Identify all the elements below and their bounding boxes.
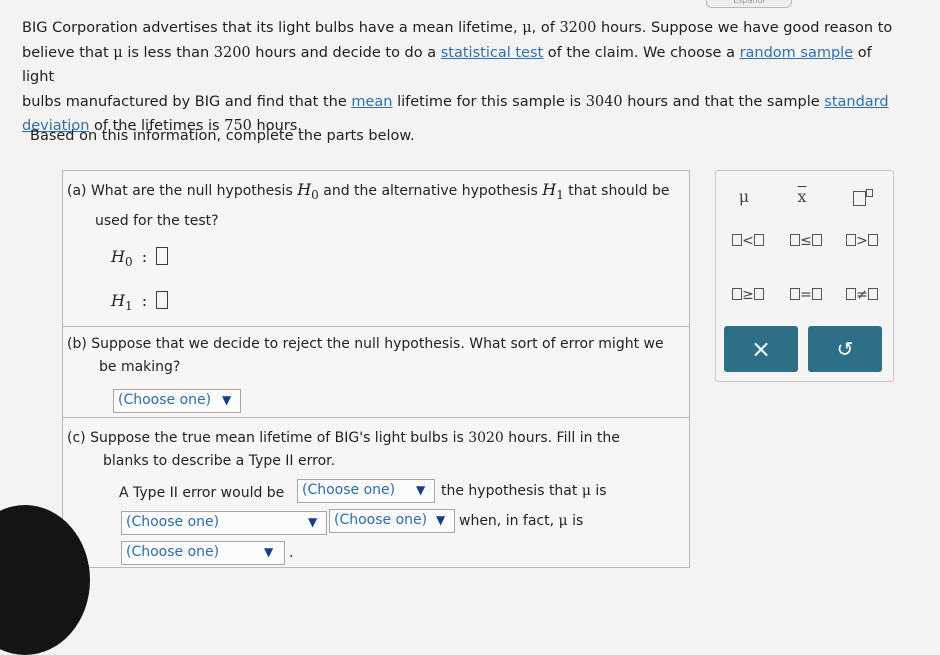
close-icon: ×: [750, 335, 772, 363]
type2-text-1: A Type II error would be: [119, 485, 285, 501]
type2-period: .: [289, 545, 294, 561]
box-icon: [867, 234, 878, 246]
chevron-down-icon: ▼: [308, 515, 318, 529]
part-a-question: (a) What are the null hypothesis H0 and …: [67, 180, 670, 203]
less-equal-button[interactable]: ≤: [784, 233, 828, 249]
part-c-question-cont: blanks to describe a Type II error.: [103, 453, 336, 469]
mean-link[interactable]: mean: [351, 94, 392, 110]
standard-deviation-link[interactable]: standard: [824, 94, 888, 110]
box-icon: [790, 288, 801, 300]
type2-text-2: the hypothesis that μ is: [441, 483, 607, 499]
box-icon: [853, 191, 866, 206]
box-icon: [846, 234, 857, 246]
chevron-down-icon: ▼: [416, 483, 426, 497]
equal-button[interactable]: =: [784, 287, 828, 303]
chevron-down-icon: ▼: [436, 513, 446, 527]
symbol-palette: μ x < ≤ > ≥ = ≠ × ↺: [715, 170, 894, 382]
box-icon: [753, 288, 764, 300]
chevron-down-icon: ▼: [264, 545, 274, 559]
random-sample-link[interactable]: random sample: [740, 45, 854, 61]
part-c-question: (c) Suppose the true mean lifetime of BI…: [67, 430, 620, 446]
h0-row: H0 :: [111, 247, 169, 269]
xbar-button[interactable]: x: [790, 187, 814, 206]
h1-input[interactable]: [156, 291, 169, 309]
type2-decision-dropdown[interactable]: (Choose one) ▼: [297, 479, 435, 503]
box-icon: [811, 288, 822, 300]
part-a-question-cont: used for the test?: [95, 213, 219, 229]
statistical-test-link[interactable]: statistical test: [441, 45, 543, 61]
type2-value-dropdown[interactable]: (Choose one) ▼: [329, 509, 455, 533]
undo-icon: ↺: [836, 337, 854, 361]
box-icon: [811, 234, 822, 246]
type2-relation-dropdown[interactable]: (Choose one) ▼: [121, 511, 327, 535]
box-icon: [732, 288, 743, 300]
section-divider-1: [63, 326, 689, 327]
section-divider-2: [63, 417, 689, 418]
answer-card: (a) What are the null hypothesis H0 and …: [62, 170, 690, 568]
h1-row: H1 :: [111, 291, 169, 313]
h0-input[interactable]: [156, 247, 169, 265]
box-icon: [753, 234, 764, 246]
error-type-dropdown[interactable]: (Choose one) ▼: [113, 389, 241, 413]
box-icon: [846, 288, 857, 300]
greater-than-button[interactable]: >: [840, 233, 884, 249]
not-equal-button[interactable]: ≠: [840, 287, 884, 303]
less-than-button[interactable]: <: [726, 233, 770, 249]
instructions: Based on this information, complete the …: [30, 128, 415, 144]
part-b-question: (b) Suppose that we decide to reject the…: [67, 336, 664, 352]
language-tab[interactable]: Español: [706, 0, 792, 8]
mu-button[interactable]: μ: [732, 187, 756, 206]
greater-equal-button[interactable]: ≥: [726, 287, 770, 303]
part-b-question-cont: be making?: [99, 359, 181, 375]
box-icon: [790, 234, 801, 246]
undo-button[interactable]: ↺: [808, 326, 882, 372]
type2-text-3: when, in fact, μ is: [459, 513, 584, 529]
box-icon: [866, 189, 873, 197]
type2-truth-dropdown[interactable]: (Choose one) ▼: [121, 541, 285, 565]
box-icon: [867, 288, 878, 300]
superscript-button[interactable]: [848, 189, 878, 209]
problem-statement: BIG Corporation advertises that its ligh…: [22, 20, 893, 135]
box-icon: [732, 234, 743, 246]
chevron-down-icon: ▼: [222, 393, 232, 407]
clear-button[interactable]: ×: [724, 326, 798, 372]
